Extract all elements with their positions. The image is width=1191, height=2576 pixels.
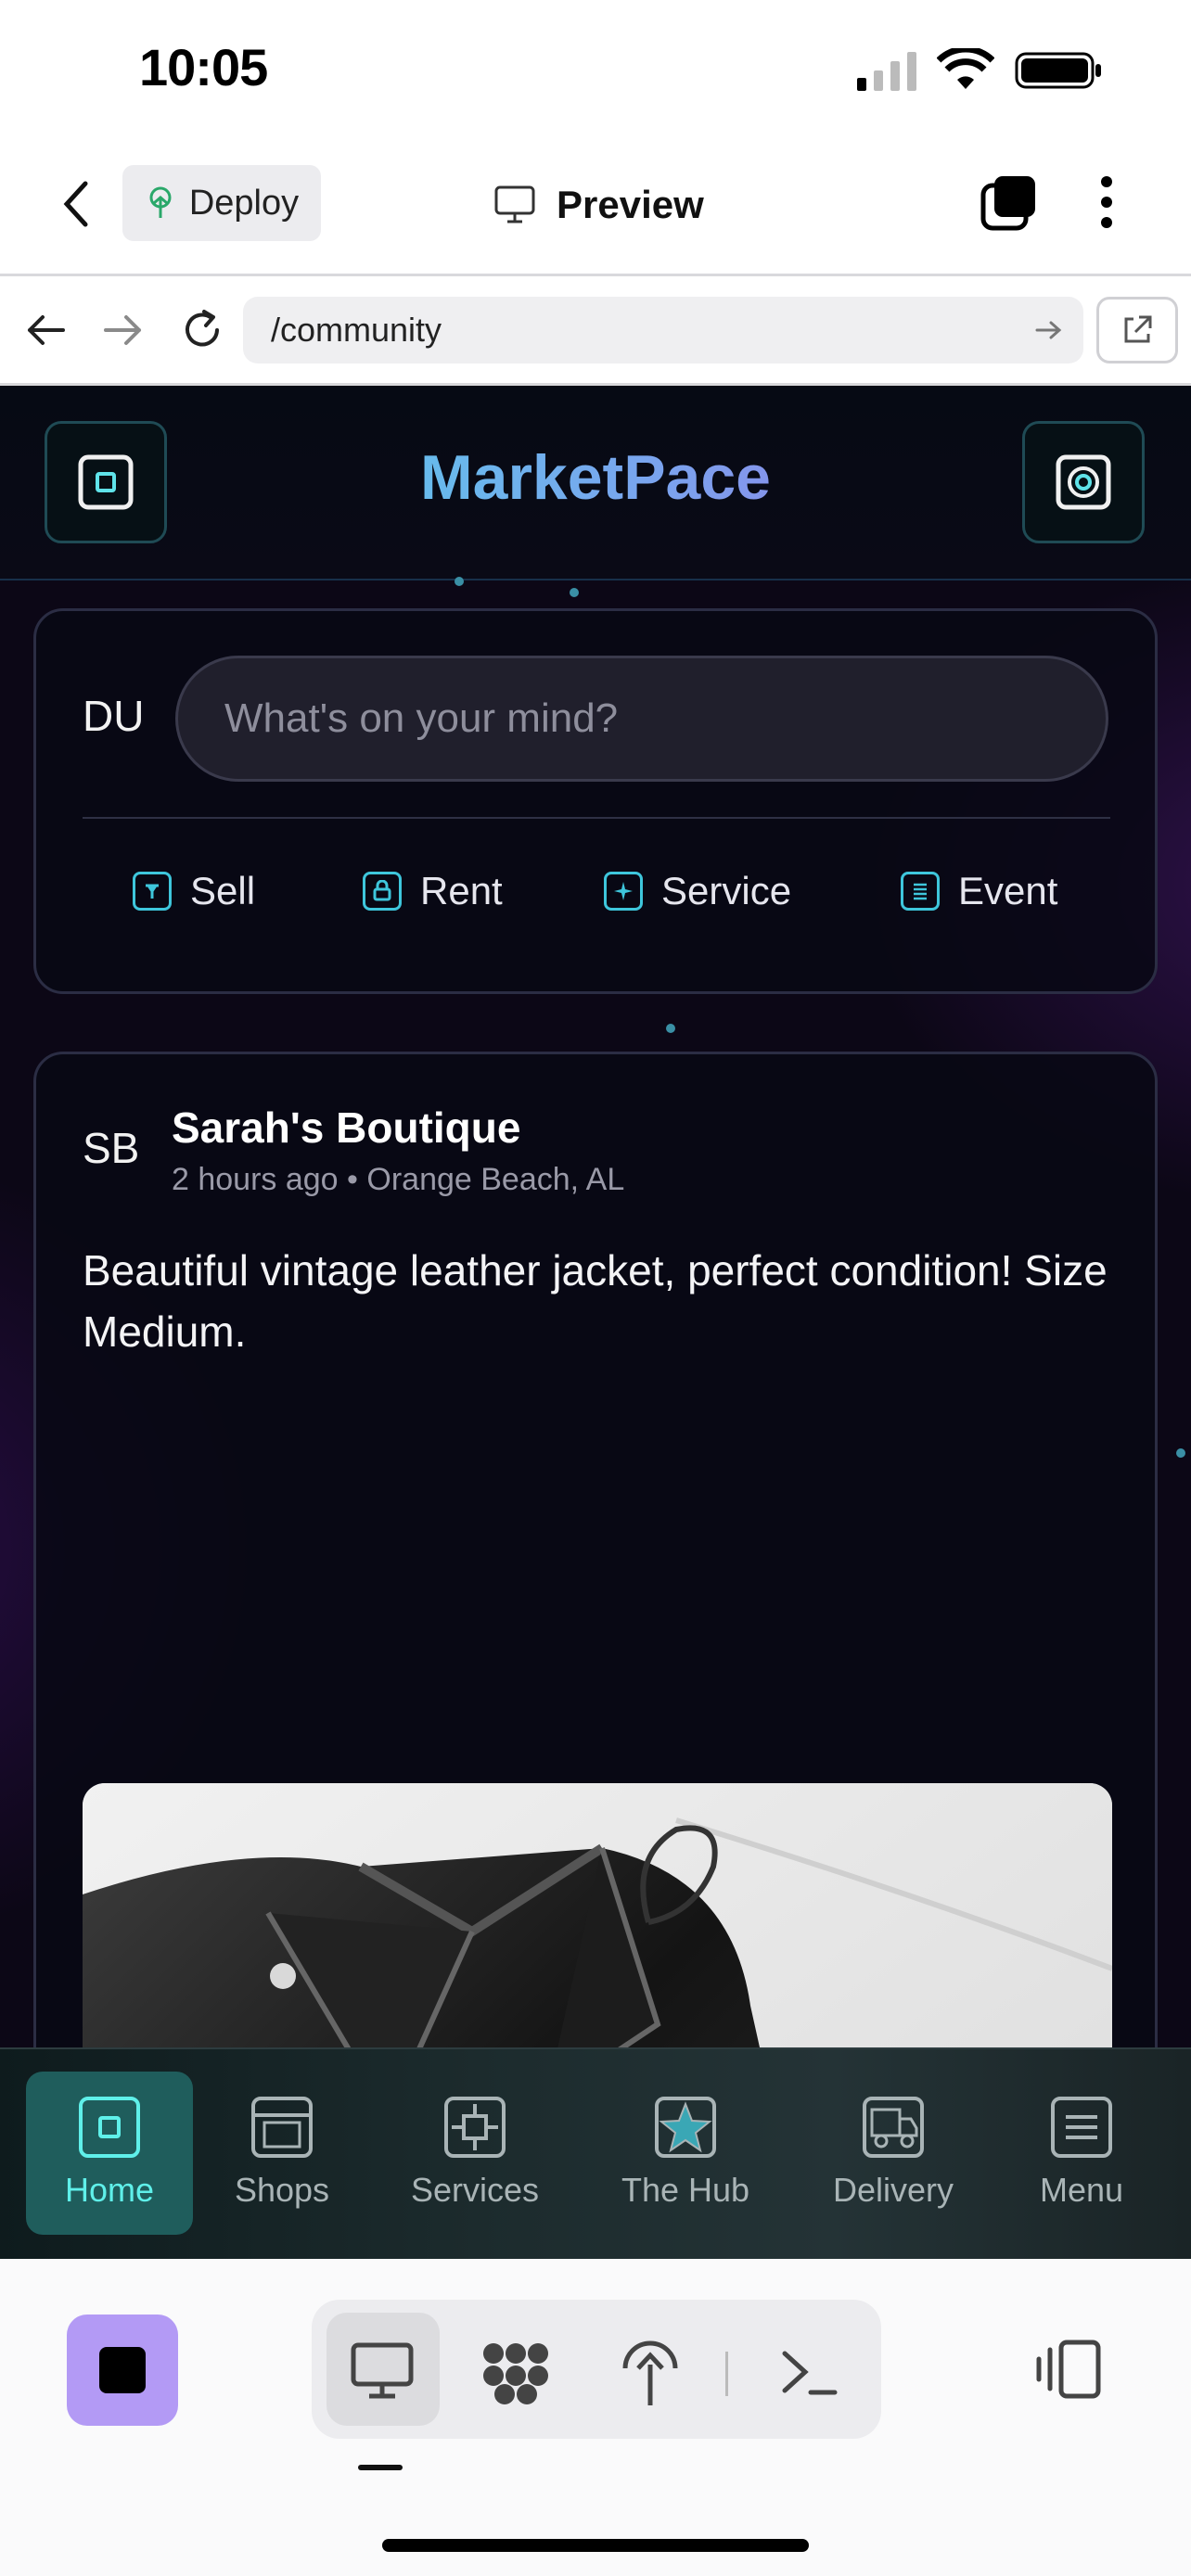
status-time: 10:05: [139, 38, 268, 96]
toolbar-separator: [725, 2352, 728, 2396]
nav-home-label: Home: [64, 2171, 155, 2209]
browser-forward-icon[interactable]: [102, 310, 145, 351]
open-external-button[interactable]: [1096, 297, 1178, 363]
brand-title: MarketPace: [0, 441, 1191, 514]
menu-icon: [1051, 2097, 1112, 2158]
home-indicator: [382, 2539, 809, 2552]
right-header-button[interactable]: [1022, 421, 1145, 543]
event-label: Event: [958, 869, 1058, 912]
nav-services-label: Services: [410, 2171, 540, 2209]
post-text: Beautiful vintage leather jacket, perfec…: [83, 1246, 1108, 1356]
sell-label: Sell: [190, 869, 256, 912]
browser-url-bar: /community: [0, 276, 1191, 386]
services-icon: [444, 2097, 506, 2158]
sparkle-icon: [604, 872, 643, 911]
post-image[interactable]: [83, 1783, 1112, 2047]
rent-label: Rent: [420, 869, 503, 912]
post-composer: DU What's on your mind? Sell Rent Servic…: [33, 608, 1158, 994]
nav-services[interactable]: Services: [388, 2072, 562, 2235]
service-button[interactable]: Service: [604, 869, 791, 913]
preview-label: Preview: [557, 183, 704, 226]
shop-icon: [251, 2097, 313, 2158]
user-initials: DU: [83, 692, 145, 740]
url-input[interactable]: /community: [243, 297, 1083, 363]
preview-tab[interactable]: Preview: [493, 172, 704, 237]
nav-menu-label: Menu: [1039, 2171, 1124, 2209]
monitor-icon: [351, 2342, 414, 2400]
lock-icon: [363, 872, 402, 911]
deploy-icon: [145, 186, 176, 220]
post-time: 2 hours ago: [172, 1162, 339, 1197]
post-author[interactable]: Sarah's Boutique: [172, 1103, 520, 1153]
particle-dot: [455, 577, 464, 586]
status-bar: 10:05: [0, 0, 1191, 139]
terminal-icon[interactable]: [781, 2348, 839, 2396]
active-view-underline: [358, 2465, 403, 2470]
target-icon: [1055, 453, 1112, 511]
app-toolbar: Deploy Preview: [0, 139, 1191, 276]
nav-delivery-label: Delivery: [832, 2171, 954, 2209]
stop-icon: [97, 2345, 147, 2395]
nav-the-hub[interactable]: The Hub: [599, 2072, 772, 2235]
wifi-icon: [937, 48, 994, 91]
workspace-icon[interactable]: [480, 2340, 551, 2405]
post-card: SB Sarah's Boutique 2 hours ago • Orange…: [33, 1052, 1158, 2047]
ide-bottom-bar: [0, 2259, 1191, 2576]
rent-button[interactable]: Rent: [363, 869, 503, 913]
cellular-signal-icon: [855, 50, 918, 93]
particle-dot: [570, 588, 579, 597]
post-location: Orange Beach, AL: [366, 1162, 625, 1197]
back-chevron-icon[interactable]: [58, 178, 95, 230]
service-label: Service: [661, 869, 792, 912]
nav-home[interactable]: Home: [26, 2072, 193, 2235]
url-text: /community: [271, 311, 442, 349]
particle-dot: [1176, 1448, 1185, 1458]
list-icon: [901, 872, 940, 911]
nav-delivery[interactable]: Delivery: [813, 2072, 974, 2235]
nav-menu[interactable]: Menu: [1017, 2072, 1146, 2235]
whats-on-your-mind-input[interactable]: What's on your mind?: [175, 656, 1108, 782]
go-arrow-icon[interactable]: [1035, 319, 1063, 341]
nav-shops-label: Shops: [234, 2171, 330, 2209]
stop-button[interactable]: [67, 2315, 178, 2426]
marketpace-header: MarketPace: [0, 386, 1191, 580]
external-link-icon: [1121, 313, 1154, 347]
monitor-icon: [493, 185, 536, 225]
home-icon: [79, 2097, 140, 2158]
event-button[interactable]: Event: [901, 869, 1057, 913]
composer-divider: [83, 817, 1110, 819]
star-icon: [655, 2097, 716, 2158]
app-viewport: MarketPace DU What's on your mind? Sell …: [0, 386, 1191, 2047]
reload-icon[interactable]: [180, 308, 224, 352]
browser-back-icon[interactable]: [24, 310, 67, 351]
nav-shops[interactable]: Shops: [210, 2072, 354, 2235]
sell-button[interactable]: Sell: [133, 869, 255, 913]
panels-toggle-icon[interactable]: [1035, 2339, 1102, 2400]
meta-separator: •: [347, 1162, 367, 1197]
nav-the-hub-label: The Hub: [621, 2171, 750, 2209]
tabs-icon[interactable]: [980, 172, 1039, 232]
deploy-label: Deploy: [188, 183, 300, 223]
tag-icon: [133, 872, 172, 911]
deploy-tree-icon[interactable]: [621, 2337, 679, 2407]
post-meta: 2 hours ago • Orange Beach, AL: [172, 1162, 624, 1198]
more-vertical-icon[interactable]: [1093, 172, 1121, 232]
author-initials: SB: [83, 1124, 140, 1172]
deploy-button[interactable]: Deploy: [122, 165, 321, 241]
particle-dot: [666, 1024, 675, 1033]
bottom-navigation: Home Shops Services The Hub Delivery Men…: [0, 2047, 1191, 2261]
battery-icon: [1015, 50, 1104, 91]
truck-icon: [863, 2097, 924, 2158]
